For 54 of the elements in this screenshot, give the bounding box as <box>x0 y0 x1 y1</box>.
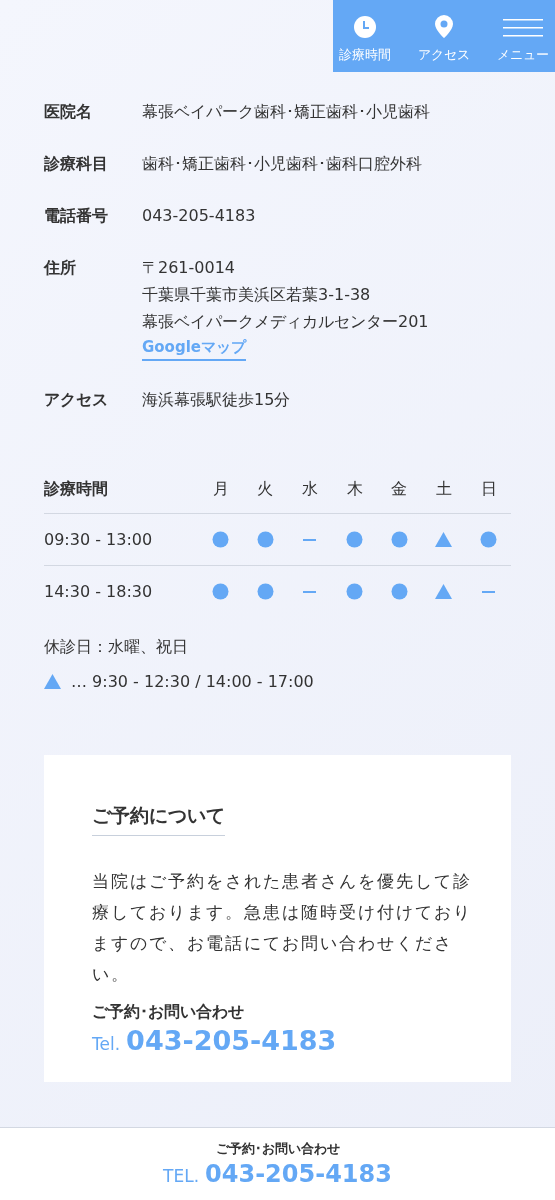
map-link[interactable]: Googleマップ <box>142 335 246 361</box>
closed-days: 休診日：水曜、祝日 <box>44 637 511 658</box>
dash-icon <box>303 538 317 541</box>
phone-number[interactable]: 043-205-4183 <box>205 1160 392 1188</box>
info-label: 電話番号 <box>44 205 109 227</box>
day-header: 日 <box>480 478 497 500</box>
time-slot: 09:30 - 13:00 <box>44 530 199 549</box>
circle-icon <box>256 583 274 600</box>
time-slot: 14:30 - 18:30 <box>44 582 199 601</box>
circle-icon <box>212 583 230 600</box>
hours-heading: 診療時間 <box>44 478 109 500</box>
info-label: アクセス <box>44 389 109 411</box>
info-label: 住所 <box>44 257 77 279</box>
menu-icon <box>503 18 543 38</box>
tel-prefix: Tel. <box>92 1034 121 1054</box>
info-value: 〒261-0014 <box>142 257 237 279</box>
circle-icon <box>346 531 364 548</box>
circle-icon <box>390 583 408 600</box>
triangle-icon <box>435 584 453 599</box>
card-text: 当院はご予約をされた患者さんを優先して診療しております。急患は随時受け付けておりますので、お電話にてお問い合わせください。 <box>92 870 473 986</box>
day-header: 土 <box>435 478 452 500</box>
contact-label: ご予約･お問い合わせ <box>215 1140 340 1158</box>
nav-button[interactable]: アクセス <box>416 0 472 72</box>
day-header: 火 <box>257 478 274 500</box>
triangle-icon <box>44 674 61 689</box>
nav-button[interactable]: 診療時間 <box>337 0 393 72</box>
info-value: 幕張ベイパーク歯科･矯正歯科･小児歯科 <box>142 101 430 123</box>
day-header: 水 <box>301 478 318 500</box>
circle-icon <box>212 531 230 548</box>
dash-icon <box>303 590 317 593</box>
contact-label: ご予約･お問い合わせ <box>92 1002 245 1023</box>
map-pin-icon <box>435 15 453 38</box>
info-label: 医院名 <box>44 101 93 123</box>
tel-prefix: TEL. <box>163 1166 200 1186</box>
phone-number[interactable]: 043-205-4183 <box>126 1025 337 1056</box>
info-value: 043-205-4183 <box>142 205 256 227</box>
card-title: ご予約について <box>92 803 225 836</box>
info-value: 幕張ベイパークメディカルセンター201 <box>142 311 429 333</box>
dash-icon <box>482 590 496 593</box>
day-header: 木 <box>346 478 363 500</box>
clock-icon <box>354 16 376 38</box>
circle-icon <box>390 531 408 548</box>
info-value: 歯科･矯正歯科･小児歯科･歯科口腔外科 <box>142 153 422 175</box>
info-label: 診療科目 <box>44 153 109 175</box>
triangle-hours: … 9:30 - 12:30 / 14:00 - 17:00 <box>71 672 314 691</box>
info-value: 海浜幕張駅徒歩15分 <box>142 389 291 411</box>
nav-button[interactable]: メニュー <box>495 0 551 72</box>
day-header: 金 <box>391 478 408 500</box>
circle-icon <box>346 583 364 600</box>
circle-icon <box>480 531 498 548</box>
triangle-icon <box>435 532 453 547</box>
day-header: 月 <box>212 478 229 500</box>
circle-icon <box>256 531 274 548</box>
info-value: 千葉県千葉市美浜区若葉3-1-38 <box>142 284 372 306</box>
